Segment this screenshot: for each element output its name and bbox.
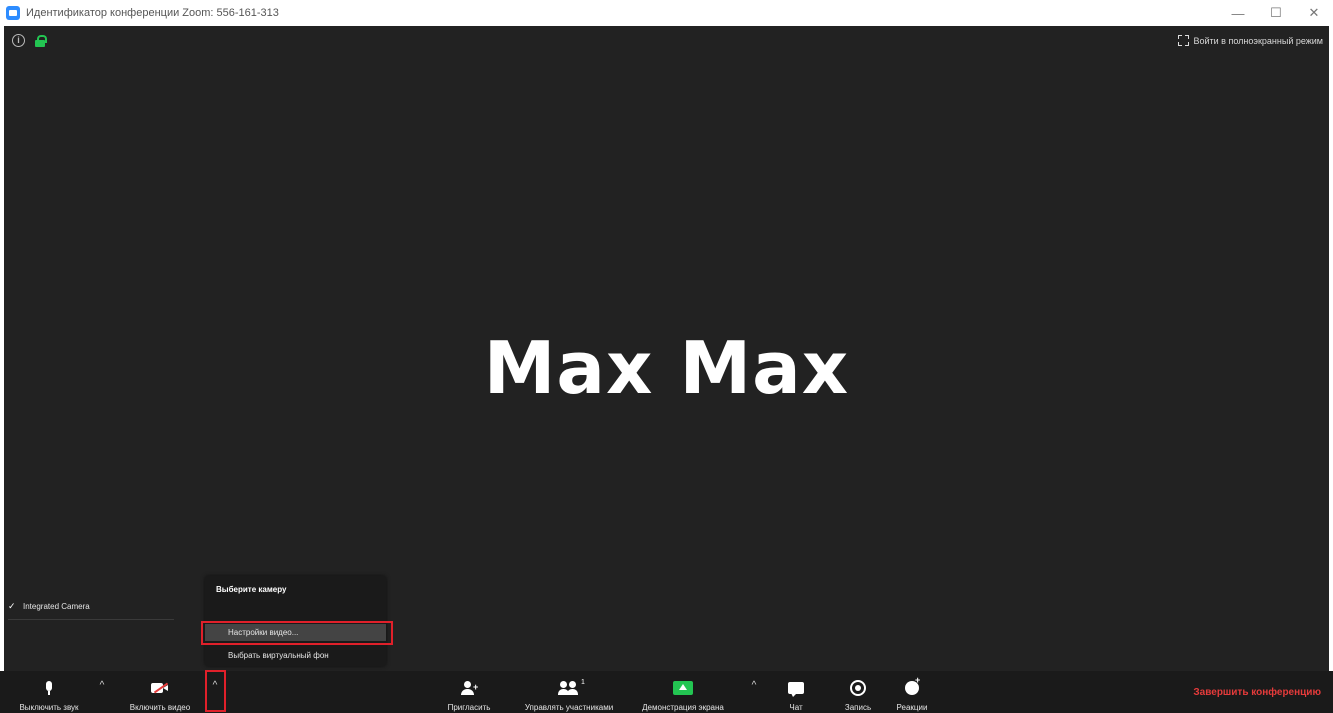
participants-label: Управлять участниками [524,703,614,712]
participants-count: 1 [581,679,585,686]
fullscreen-label: Войти в полноэкранный режим [1193,35,1324,46]
chat-label: Чат [789,703,803,712]
video-off-icon [151,682,169,694]
end-meeting-button[interactable]: Завершить конференцию [1193,687,1321,698]
close-button[interactable]: ✕ [1295,0,1333,26]
reactions-button[interactable]: Реакции [890,671,934,713]
zoom-logo-icon [6,6,20,20]
window-controls: — ☐ ✕ [1219,0,1333,26]
video-area: i Войти в полноэкранный режим Max Max [4,26,1329,671]
fullscreen-button[interactable]: Войти в полноэкранный режим [1177,35,1324,46]
menu-item-virtual-background[interactable]: Выбрать виртуальный фон [205,647,386,664]
participants-icon: 1 [558,679,585,695]
invite-icon: + [461,681,478,695]
audio-options-caret[interactable]: ^ [95,679,109,693]
menu-item-label: Integrated Camera [23,602,90,611]
menu-divider [8,619,174,620]
reaction-icon [905,675,920,695]
record-icon [850,680,866,696]
manage-participants-button[interactable]: 1 Управлять участниками [510,671,628,713]
record-label: Запись [844,703,872,712]
share-label: Демонстрация экрана [642,703,724,712]
mute-button[interactable]: Выключить звук [6,671,92,713]
camera-menu-heading: Выберите камеру [216,585,287,594]
invite-button[interactable]: + Пригласить [446,671,492,713]
participant-name: Max Max [483,326,850,410]
window-title: Идентификатор конференции Zoom: 556-161-… [26,7,279,19]
menu-item-integrated-camera[interactable]: ✓ Integrated Camera [0,598,181,615]
reactions-label: Реакции [896,703,928,712]
meeting-info-icon[interactable]: i [12,34,25,47]
chat-button[interactable]: Чат [782,671,810,713]
highlight-video-settings [201,621,393,645]
microphone-icon [45,681,53,695]
check-icon: ✓ [8,601,16,611]
window-titlebar: Идентификатор конференции Zoom: 556-161-… [0,0,1333,26]
meeting-toolbar: Выключить звук ^ Включить видео ^ + Приг… [0,671,1333,713]
menu-item-label: Выбрать виртуальный фон [228,651,329,660]
highlight-video-caret [205,670,226,712]
meeting-status-icons: i [12,34,47,47]
zoom-meeting-window: Идентификатор конференции Zoom: 556-161-… [0,0,1333,713]
encryption-lock-icon[interactable] [35,34,47,47]
share-options-caret[interactable]: ^ [747,679,761,693]
invite-label: Пригласить [447,703,491,712]
share-screen-icon [673,681,693,695]
video-label: Включить видео [129,703,191,712]
fullscreen-icon [1177,35,1189,46]
mute-label: Выключить звук [19,703,79,712]
record-button[interactable]: Запись [838,671,878,713]
start-video-button[interactable]: Включить видео [118,671,202,713]
chat-icon [788,682,804,697]
minimize-button[interactable]: — [1219,0,1257,26]
maximize-button[interactable]: ☐ [1257,0,1295,26]
share-screen-button[interactable]: Демонстрация экрана [632,671,734,713]
